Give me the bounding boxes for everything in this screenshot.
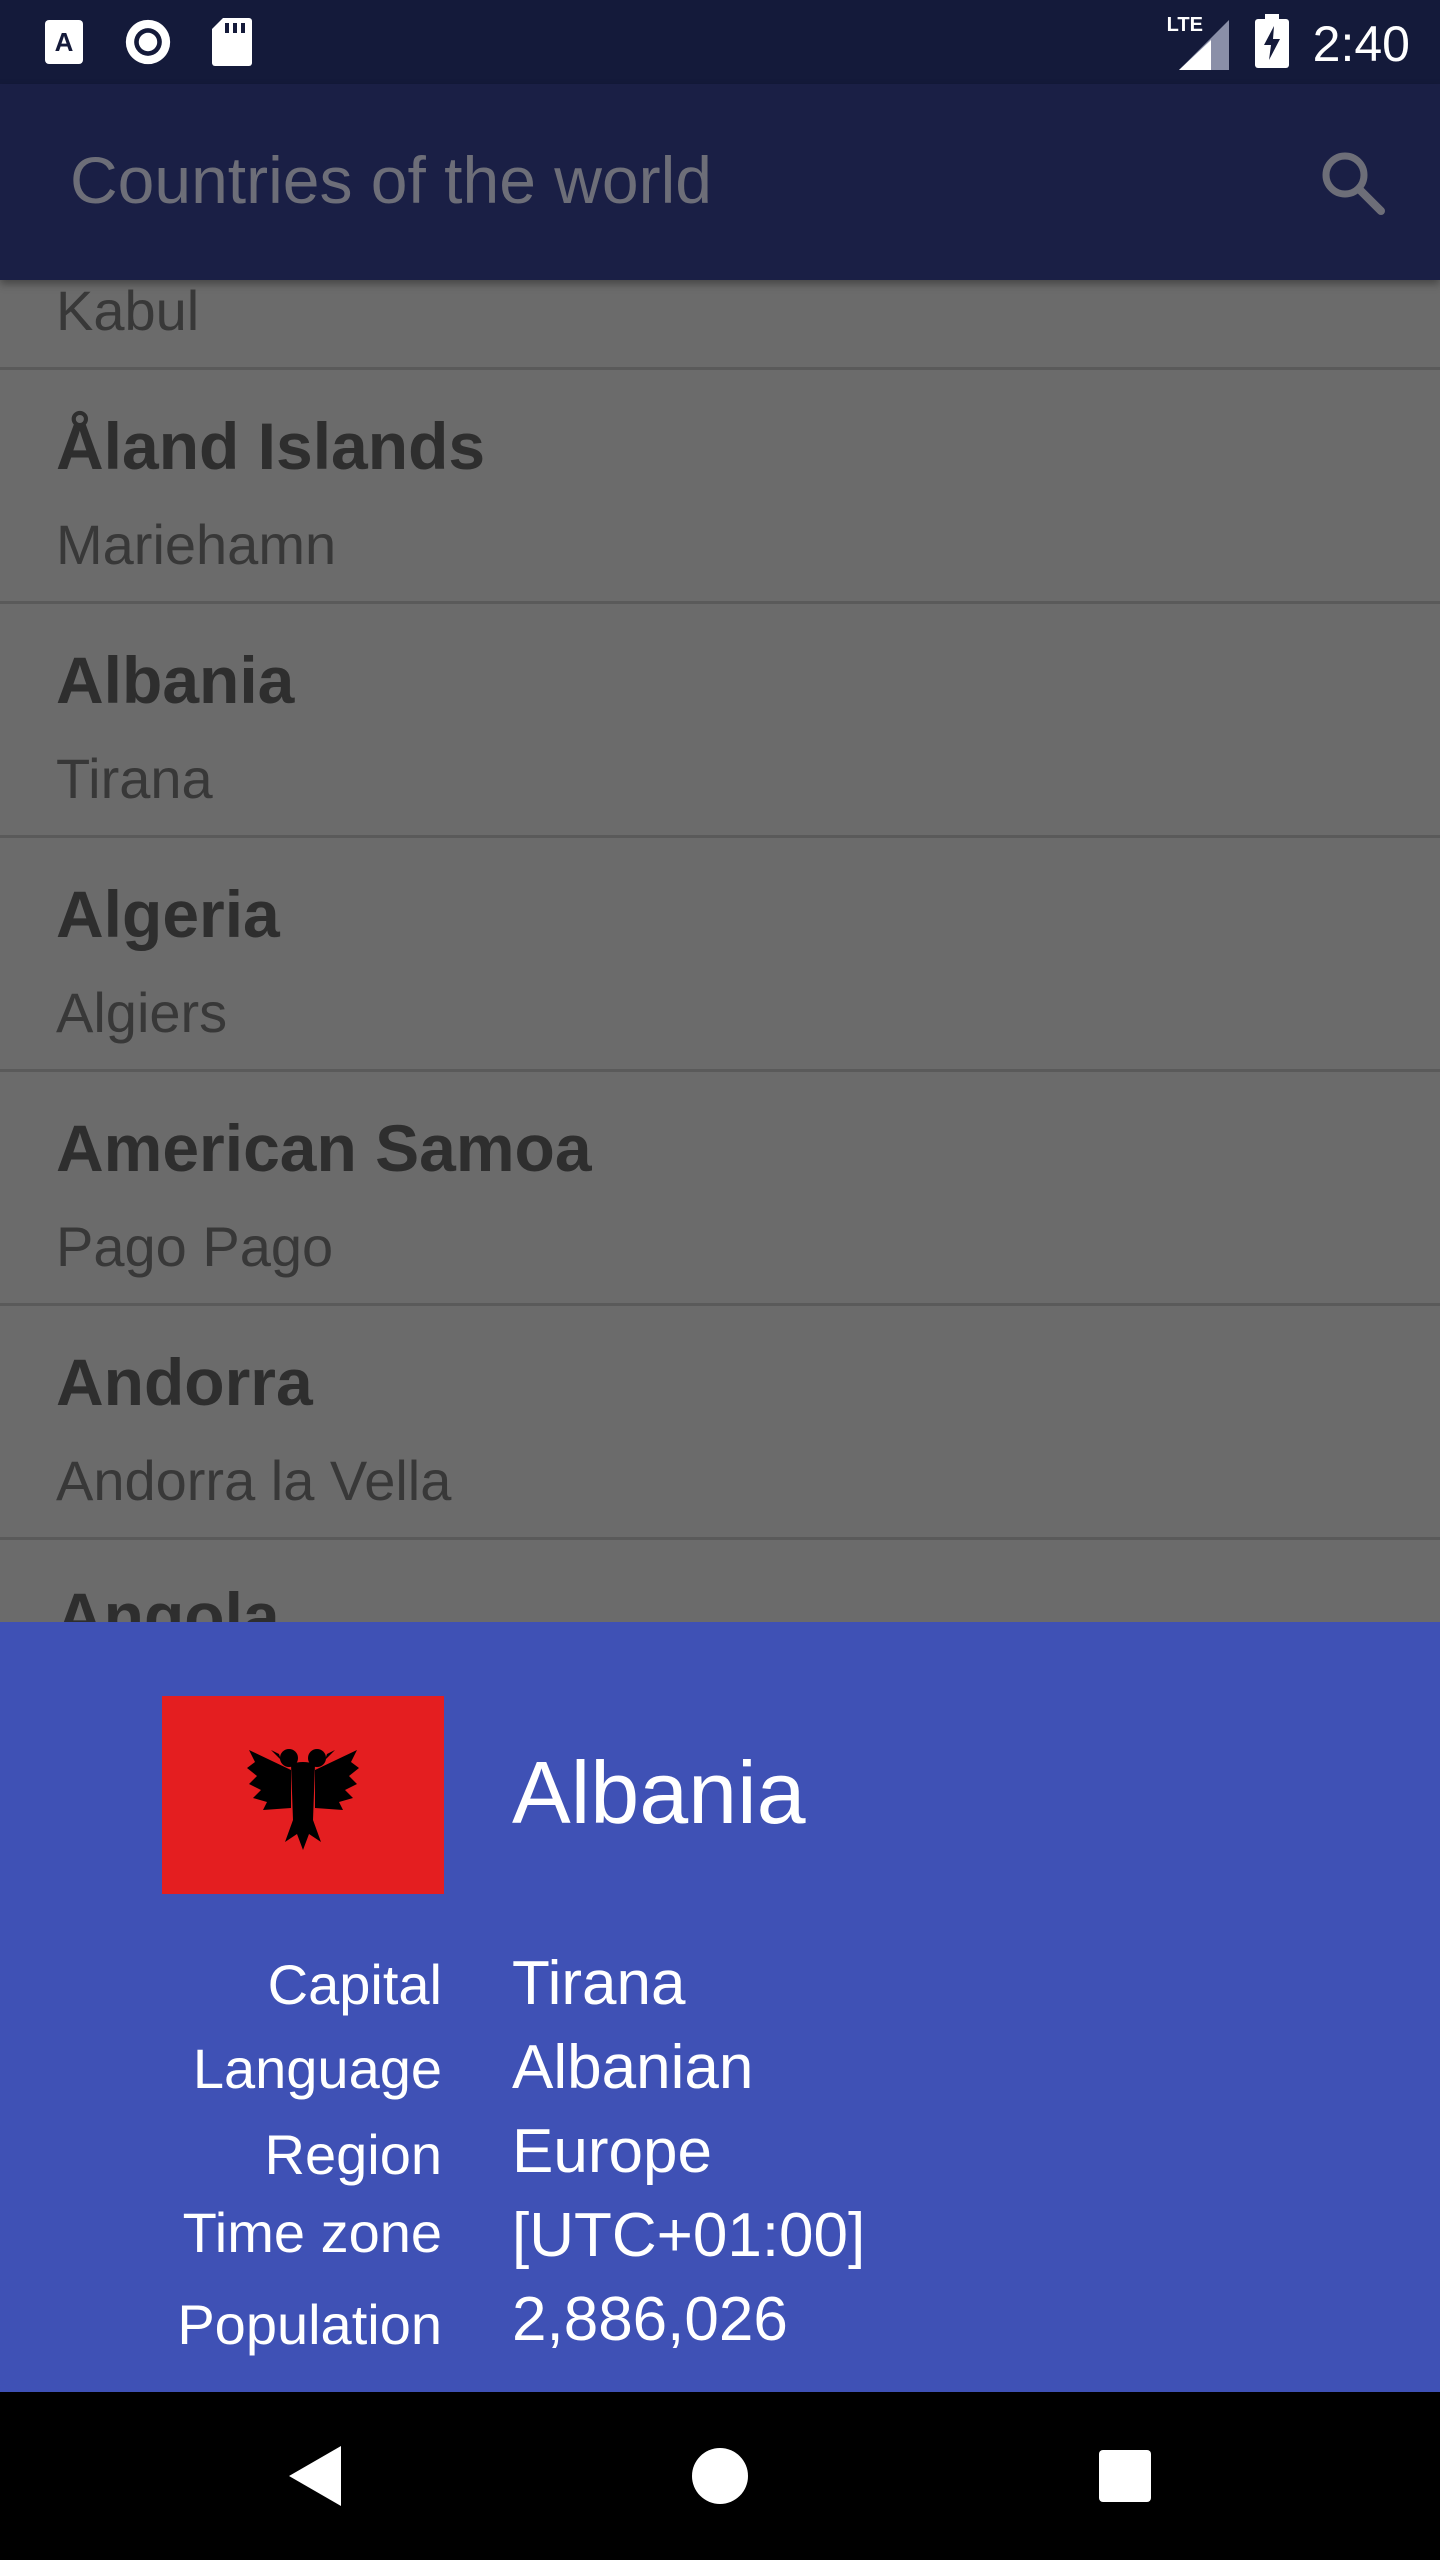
home-icon (692, 2448, 748, 2504)
back-icon (289, 2446, 341, 2506)
svg-text:A: A (55, 27, 74, 57)
country-capital: Mariehamn (56, 513, 337, 576)
population-label: Population (177, 2293, 442, 2356)
list-item[interactable]: American Samoa Pago Pago (0, 1074, 1440, 1306)
country-name: Albania (56, 643, 295, 717)
clock: 2:40 (1312, 15, 1410, 72)
country-name: Åland Islands (56, 409, 486, 483)
country-detail-sheet[interactable]: Albania Capital Tirana Language Albanian… (0, 1622, 1440, 2392)
population-value: 2,886,026 (512, 2285, 788, 2354)
search-icon (1322, 152, 1385, 215)
home-button[interactable] (670, 2426, 770, 2526)
app-title: Countries of the world (70, 143, 712, 217)
country-name: Algeria (56, 877, 280, 951)
language-value: Albanian (512, 2033, 754, 2102)
recents-button[interactable] (1075, 2426, 1175, 2526)
capital-label: Capital (267, 1953, 442, 2016)
country-list[interactable]: Kabul Åland Islands Mariehamn Albania Ti… (0, 280, 1440, 1622)
time-zone-label: Time zone (182, 2201, 442, 2264)
battery-charging-icon (1254, 14, 1289, 73)
search-button[interactable] (1304, 134, 1400, 230)
country-name: Andorra (56, 1345, 313, 1419)
status-bar: A LTE 2:40 (0, 0, 1440, 84)
sd-card-icon (208, 16, 256, 68)
record-icon (124, 16, 172, 68)
country-capital: Tirana (56, 747, 213, 810)
list-item[interactable]: Kabul (0, 280, 1440, 370)
country-name: Angola (56, 1579, 280, 1622)
list-item[interactable]: Åland Islands Mariehamn (0, 372, 1440, 604)
back-button[interactable] (265, 2426, 365, 2526)
list-item[interactable]: Algeria Algiers (0, 840, 1440, 1072)
detail-country-name: Albania (512, 1743, 806, 1842)
language-label: Language (192, 2037, 442, 2100)
app-bar: Countries of the world (0, 84, 1440, 280)
region-value: Europe (512, 2117, 712, 2186)
list-item[interactable]: Andorra Andorra la Vella (0, 1308, 1440, 1540)
lte-signal-icon: LTE (1167, 14, 1231, 72)
country-capital: Kabul (56, 280, 200, 342)
status-right-icons: LTE 2:40 (1167, 14, 1410, 73)
accessibility-a-icon: A (40, 16, 88, 68)
albania-flag-icon (162, 1696, 444, 1894)
country-name: American Samoa (56, 1111, 592, 1185)
time-zone-value: [UTC+01:00] (512, 2201, 866, 2270)
navigation-bar (0, 2392, 1440, 2560)
capital-value: Tirana (512, 1949, 686, 2018)
list-item[interactable]: Albania Tirana (0, 606, 1440, 838)
country-capital: Algiers (56, 981, 228, 1044)
list-item[interactable]: Angola (0, 1542, 1440, 1622)
region-label: Region (264, 2123, 442, 2186)
country-capital: Pago Pago (56, 1215, 334, 1278)
status-left-icons: A (40, 16, 256, 68)
recents-icon (1099, 2450, 1151, 2502)
country-capital: Andorra la Vella (56, 1449, 452, 1512)
network-type: LTE (1166, 13, 1203, 36)
